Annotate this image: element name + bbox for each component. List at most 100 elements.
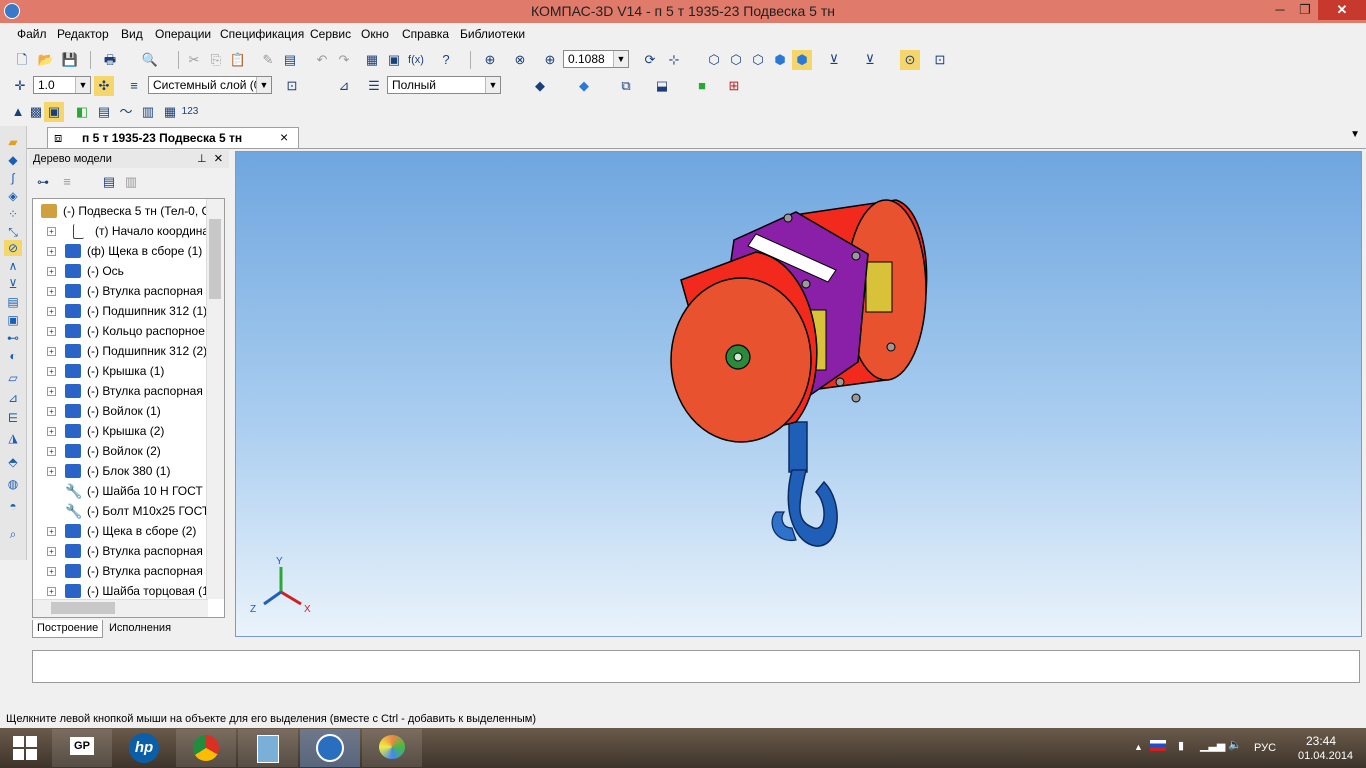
tree-item[interactable]: 🔧 (-) Шайба 10 Н ГОСТ 6 (47, 481, 219, 501)
rotate-icon[interactable]: ⟳ (640, 50, 660, 70)
expand-toggle-icon[interactable]: + (47, 427, 56, 436)
numbering-icon[interactable]: 123 (180, 102, 200, 122)
taskbar-app-chrome[interactable] (176, 729, 236, 767)
materials-icon[interactable]: ◆ (530, 76, 550, 96)
scroll-thumb[interactable] (51, 602, 115, 614)
tree-item[interactable]: + (-) Крышка (1) (47, 361, 219, 381)
scroll-thumb[interactable] (209, 219, 221, 299)
pin-icon[interactable]: ⊥ (197, 152, 207, 165)
taskbar-app-calculator[interactable] (238, 729, 298, 767)
layer-icon[interactable]: ≡ (124, 76, 144, 96)
tree-doc-icon[interactable]: ▤ (99, 172, 119, 192)
network-icon[interactable]: ▁▃▅ (1200, 739, 1225, 752)
cut-icon[interactable]: ✂ (184, 50, 204, 70)
maximize-button[interactable]: ❐ (1291, 0, 1319, 20)
surface-tool-icon[interactable]: ◈ (4, 188, 22, 204)
tree-item[interactable]: + (-) Блок 380 (1) (47, 461, 219, 481)
tree-item[interactable]: + (-) Щека в сборе (2) (47, 521, 219, 541)
filter-icon[interactable]: ⊻ (824, 50, 844, 70)
orientation-icon[interactable]: ⊹ (664, 50, 684, 70)
tree-item[interactable]: + (-) Втулка распорная ( (47, 281, 219, 301)
expand-toggle-icon[interactable]: + (47, 247, 56, 256)
curve-tool-icon[interactable]: ∫ (4, 170, 22, 186)
tree-item[interactable]: + (-) Подшипник 312 (2) (47, 341, 219, 361)
minimize-button[interactable]: ─ (1266, 0, 1294, 20)
clock-time[interactable]: 23:44 (1306, 734, 1336, 748)
expand-toggle-icon[interactable]: + (47, 347, 56, 356)
list-icon[interactable]: ☰ (364, 76, 384, 96)
new-document-icon[interactable]: 🗋 (12, 50, 32, 70)
properties-icon[interactable]: ▤ (280, 50, 300, 70)
part-tool-icon[interactable]: ◆ (4, 152, 22, 168)
snap-icon[interactable]: ⊙ (900, 50, 920, 70)
variables-icon[interactable]: f(x) (406, 50, 426, 70)
expand-toggle-icon[interactable]: + (47, 387, 56, 396)
spec-tool-icon[interactable]: ▤ (4, 294, 22, 310)
stamp-icon[interactable]: ◮ (4, 430, 22, 446)
display-mode-combo[interactable]: Полный ▼ (387, 76, 501, 94)
grid-snap-icon[interactable]: ✣ (94, 76, 114, 96)
menu-window[interactable]: Окно (361, 27, 389, 41)
document-tab[interactable]: ⧈ п 5 т 1935-23 Подвеска 5 тн × (47, 127, 299, 148)
property-panel[interactable] (32, 650, 1360, 683)
model-view-icon[interactable]: ▲ (8, 102, 28, 122)
measure-tool-icon[interactable]: ∧ (4, 258, 22, 274)
menu-edit[interactable]: Редактор (57, 27, 109, 41)
tab-list-chevron-icon[interactable]: ▼ (1350, 129, 1360, 140)
expand-toggle-icon[interactable]: + (47, 327, 56, 336)
taskbar-app-paint[interactable] (362, 729, 422, 767)
tree-order-icon[interactable]: ≡ (57, 172, 77, 192)
expand-toggle-icon[interactable]: + (47, 407, 56, 416)
cursor-step-icon[interactable]: ✛ (10, 76, 30, 96)
selection-filter-icon[interactable]: ⊻ (860, 50, 880, 70)
layer-combo[interactable]: Системный слой (0) ▼ (148, 76, 272, 94)
open-folder-icon[interactable]: 📂 (36, 50, 56, 70)
sheet-icon[interactable]: ▥ (138, 102, 158, 122)
perspective-icon[interactable]: ⬢ (792, 50, 812, 70)
tree-item[interactable]: + (-) Кольцо распорное (47, 321, 219, 341)
search-tool-icon[interactable]: ⌕ (4, 526, 22, 542)
expand-toggle-icon[interactable]: + (47, 307, 56, 316)
tree-item[interactable]: + (-) Втулка распорная ( (47, 541, 219, 561)
taskbar-app-hp[interactable]: hp (114, 729, 174, 767)
surface-icon[interactable]: ▤ (94, 102, 114, 122)
zoom-in-icon[interactable]: ⊕ (540, 50, 560, 70)
volume-icon[interactable]: 🔈 (1228, 738, 1242, 751)
save-icon[interactable]: 💾 (60, 50, 80, 70)
expand-toggle-icon[interactable]: + (47, 587, 56, 596)
tray-chevron-icon[interactable]: ▲ (1134, 742, 1143, 752)
spec-icon[interactable]: ▦ (160, 102, 180, 122)
copy-icon[interactable]: ⎘ (206, 50, 226, 70)
tree-item[interactable]: + (-) Шайба торцовая (1 (47, 581, 219, 601)
print-icon[interactable]: 🖶 (100, 50, 120, 70)
tree-item[interactable]: + (-) Втулка распорная (47, 381, 219, 401)
edit-assembly-icon[interactable]: ▰ (4, 134, 22, 150)
preview-icon[interactable]: 🔍 (140, 50, 160, 70)
menu-specification[interactable]: Спецификация (220, 27, 304, 41)
tree-structure-icon[interactable]: ⊶ (33, 172, 53, 192)
menu-libraries[interactable]: Библиотеки (460, 27, 525, 41)
paste-icon[interactable]: 📋 (228, 50, 248, 70)
pipe-icon[interactable]: ◍ (4, 476, 22, 492)
taskbar-app-kompas[interactable] (300, 729, 360, 767)
expand-toggle-icon[interactable]: + (47, 227, 56, 236)
tree-item[interactable]: + (-) Войлок (1) (47, 401, 219, 421)
view-shaded-icon[interactable]: ⬡ (704, 50, 724, 70)
tree-item[interactable]: + (т) Начало координат (47, 221, 219, 241)
tree-horizontal-scrollbar[interactable] (33, 599, 208, 617)
context-help-icon[interactable]: ? (436, 50, 456, 70)
report-tool-icon[interactable]: ▣ (4, 312, 22, 328)
tree-item[interactable]: + (ф) Щека в сборе (1) (47, 241, 219, 261)
close-tab-icon[interactable]: × (280, 129, 288, 145)
expand-toggle-icon[interactable]: + (47, 527, 56, 536)
expand-toggle-icon[interactable]: + (47, 467, 56, 476)
curves-icon[interactable]: 〜 (116, 102, 136, 122)
tree-item[interactable]: + (-) Крышка (2) (47, 421, 219, 441)
filter-tool-icon[interactable]: ⊻ (4, 276, 22, 292)
flag-russia-icon[interactable] (1150, 740, 1166, 751)
tree-export-icon[interactable]: ▥ (121, 172, 141, 192)
zoom-dynamic-icon[interactable]: ⊗ (510, 50, 530, 70)
solid-icon[interactable]: ◧ (72, 102, 92, 122)
local-cs-icon[interactable]: ⊡ (282, 76, 302, 96)
zoom-window-icon[interactable]: ⊕ (480, 50, 500, 70)
